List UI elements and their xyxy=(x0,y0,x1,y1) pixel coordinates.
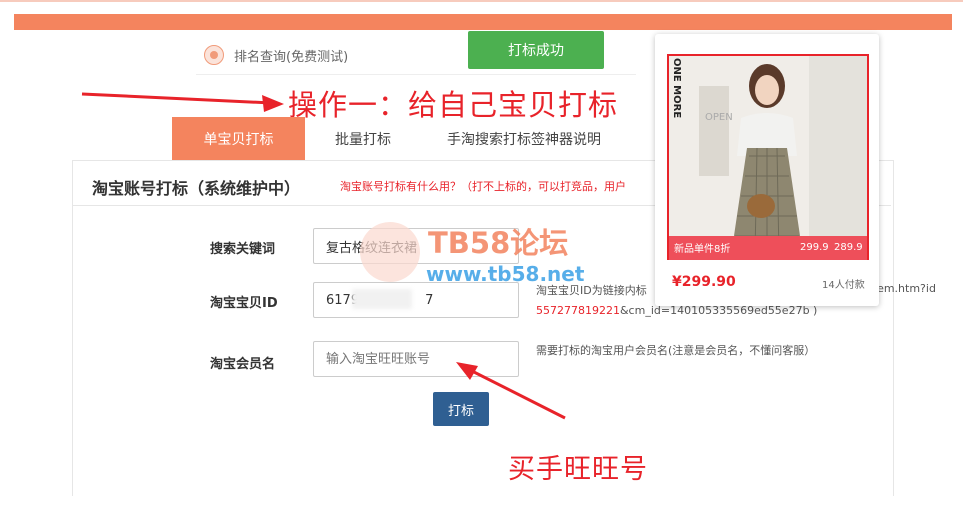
arrow-to-step-one xyxy=(81,92,284,112)
annotation-arrows xyxy=(81,92,566,420)
arrow-to-member-field xyxy=(456,362,566,420)
